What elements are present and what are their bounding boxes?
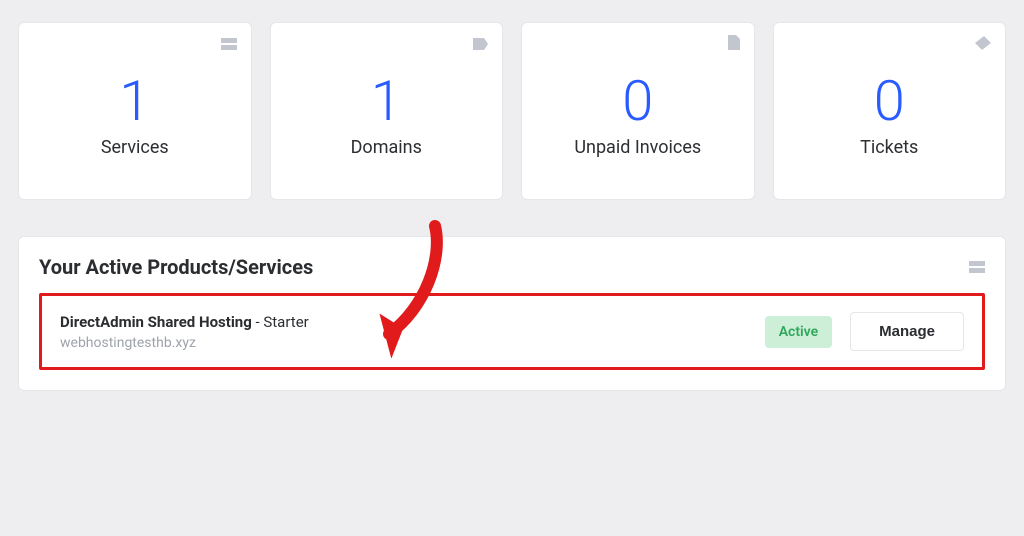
service-domain: webhostingtesthb.xyz [60,335,309,351]
stat-value: 1 [119,73,150,129]
service-plan: Starter [263,313,308,331]
stat-label: Unpaid Invoices [574,137,701,158]
service-product: DirectAdmin Shared Hosting [60,313,252,331]
file-icon [728,35,740,54]
stat-label: Services [101,137,169,158]
tag-icon [473,35,488,54]
server-icon [969,258,985,277]
ticket-icon [975,35,991,54]
panel-header: Your Active Products/Services [39,255,985,279]
stat-card-domains[interactable]: 1 Domains [270,22,504,200]
service-title: DirectAdmin Shared Hosting - Starter [60,313,309,331]
manage-button[interactable]: Manage [850,312,964,351]
service-row[interactable]: DirectAdmin Shared Hosting - Starter web… [39,293,985,370]
stat-card-tickets[interactable]: 0 Tickets [773,22,1007,200]
stat-value: 0 [874,73,905,129]
status-badge: Active [765,316,832,348]
service-plan-separator: - [252,313,264,331]
panel-title: Your Active Products/Services [39,255,313,279]
service-info: DirectAdmin Shared Hosting - Starter web… [60,313,309,351]
stat-card-services[interactable]: 1 Services [18,22,252,200]
stats-cards: 1 Services 1 Domains 0 Unpaid Invoices 0… [18,22,1006,200]
stat-value: 1 [371,73,402,129]
stat-value: 0 [622,73,653,129]
active-services-panel: Your Active Products/Services DirectAdmi… [18,236,1006,391]
server-icon [221,35,237,54]
stat-label: Domains [351,137,422,158]
service-actions: Active Manage [765,312,964,351]
stat-label: Tickets [860,137,918,158]
stat-card-invoices[interactable]: 0 Unpaid Invoices [521,22,755,200]
